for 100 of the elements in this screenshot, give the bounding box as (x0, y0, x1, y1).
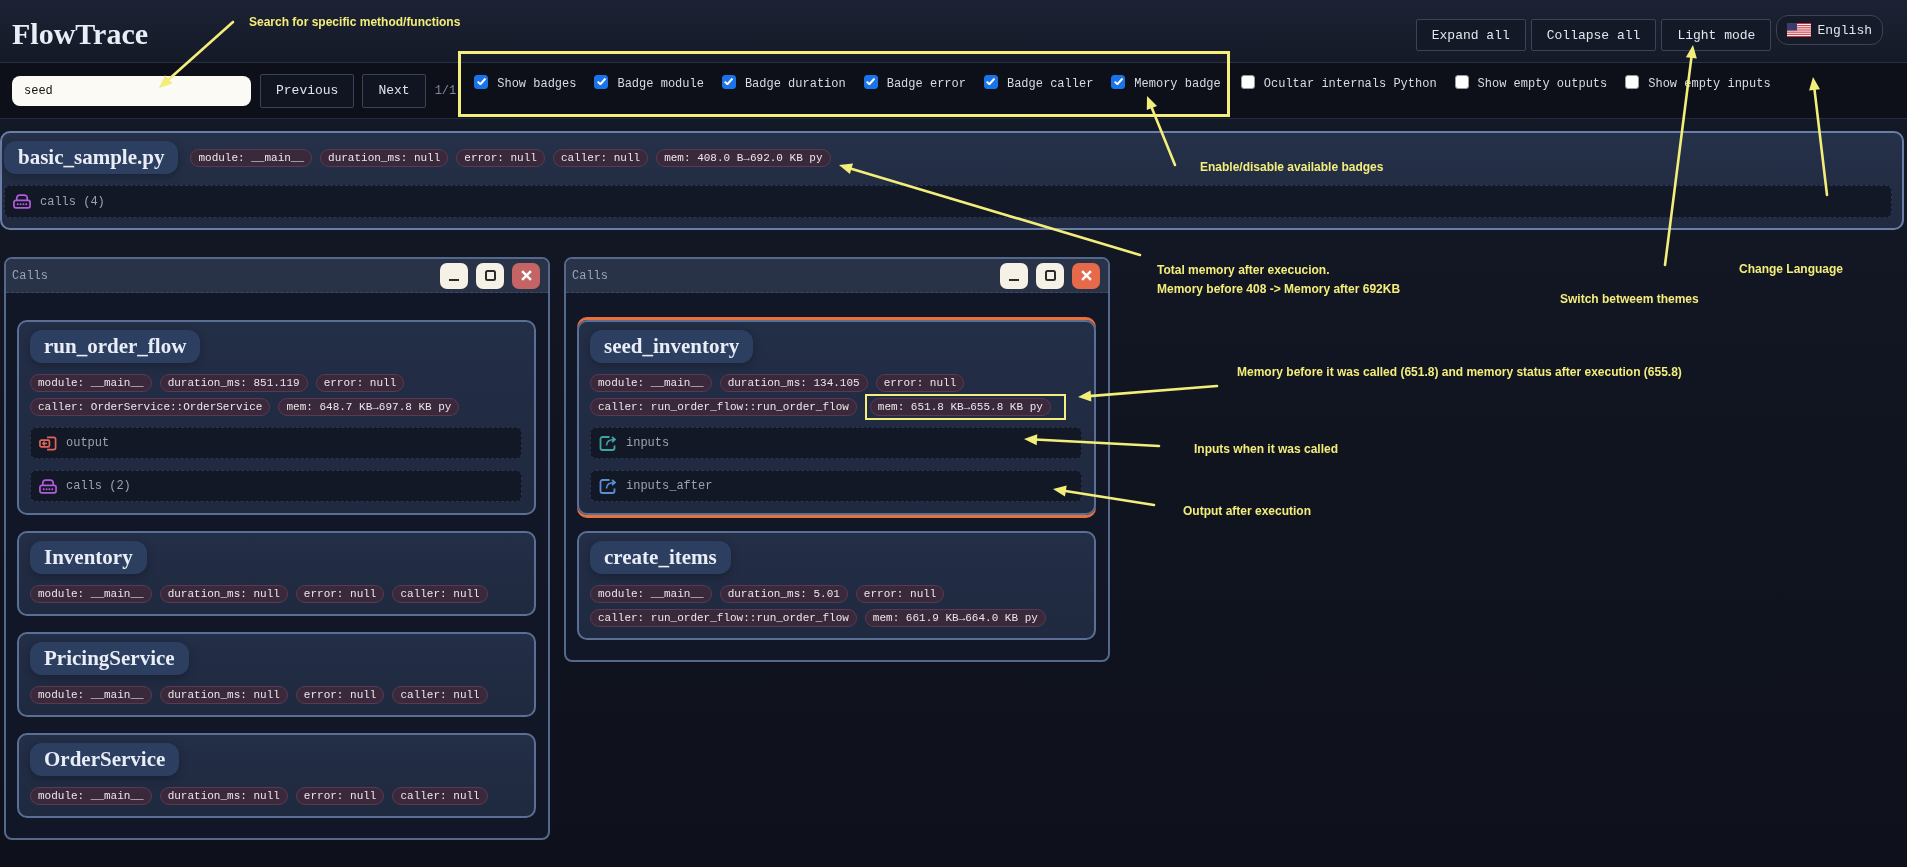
metadata-badge: error: null (295, 787, 385, 805)
minimize-icon (1009, 279, 1019, 281)
box-arrow-icon (599, 478, 617, 494)
close-icon (1080, 270, 1092, 281)
metadata-badge: module: __main__ (190, 148, 313, 167)
checkbox-label: Memory badge (1134, 77, 1221, 91)
checkbox[interactable] (474, 74, 489, 89)
panel-title: Calls (572, 268, 608, 283)
metadata-badge: caller: OrderService::OrderService (30, 398, 271, 416)
metadata-badge: mem: 661.9 KB→664.0 KB py (864, 609, 1046, 627)
metadata-badge: duration_ms: null (159, 585, 288, 603)
node-title: PricingService (30, 642, 189, 675)
metadata-badge: caller: null (392, 585, 488, 603)
file-title: basic_sample.py (4, 141, 179, 174)
metadata-badge: duration_ms: null (159, 787, 288, 805)
checkbox[interactable] (1240, 74, 1255, 89)
metadata-badge: caller: null (392, 686, 488, 704)
header-button[interactable]: Expand all (1415, 19, 1526, 51)
search-field[interactable]: seed (12, 75, 251, 106)
checkbox-label: Badge module (617, 77, 704, 91)
checkbox[interactable] (721, 74, 736, 89)
annotation-text: Switch betweem themes (1560, 291, 1699, 308)
metadata-badge: mem: 648.7 KB→697.8 KB py (278, 398, 460, 416)
checkmark-icon (724, 78, 734, 85)
checkbox-label: Ocultar internals Python (1263, 77, 1437, 91)
app-title: FlowTrace (12, 16, 149, 52)
metadata-badge: mem: 651.8 KB→655.8 KB py (869, 398, 1051, 416)
node-title: create_items (590, 541, 731, 574)
checkmark-icon (1113, 78, 1123, 85)
checkmark-icon (476, 78, 486, 85)
close-icon (520, 270, 532, 281)
annotation-text: Output after execution (1183, 503, 1311, 520)
language-button[interactable]: English (1776, 15, 1883, 45)
expandable-section[interactable]: output (30, 427, 522, 459)
annotation-text: Search for specific method/functions (249, 14, 461, 31)
node-title: OrderService (30, 743, 180, 776)
annotation-text: Enable/disable available badges (1200, 159, 1384, 176)
minimize-button[interactable] (440, 262, 468, 289)
metadata-badge: caller: null (552, 148, 649, 167)
expandable-section[interactable]: calls (2) (30, 470, 522, 502)
checkbox[interactable] (983, 74, 998, 89)
metadata-badge: module: __main__ (30, 686, 152, 704)
header-button[interactable]: Light mode (1661, 19, 1772, 51)
checkbox-label: Show empty outputs (1477, 77, 1608, 91)
maximize-button[interactable] (476, 262, 504, 289)
metadata-badge: duration_ms: 5.01 (719, 585, 848, 603)
metadata-badge: caller: run_order_flow::run_order_flow (590, 609, 857, 627)
checkmark-icon (596, 78, 606, 85)
node-title: run_order_flow (30, 330, 201, 363)
metadata-badge: caller: null (392, 787, 488, 805)
tray-icon (39, 478, 57, 494)
maximize-button[interactable] (1036, 262, 1064, 289)
metadata-badge: module: __main__ (30, 374, 152, 392)
metadata-badge: module: __main__ (30, 585, 152, 603)
expandable-section[interactable]: inputs (590, 427, 1082, 459)
annotation-text: Total memory after execucion. Memory before 408 -> Memory after 692KB (1157, 262, 1401, 298)
metadata-badge: error: null (456, 148, 545, 167)
close-button[interactable] (512, 262, 540, 289)
checkbox-label: Show badges (497, 77, 577, 91)
metadata-badge: module: __main__ (590, 585, 712, 603)
maximize-icon (1044, 270, 1056, 281)
checkbox[interactable] (863, 74, 878, 89)
node-title: seed_inventory (590, 330, 754, 363)
close-button[interactable] (1072, 262, 1100, 289)
metadata-badge: duration_ms: null (159, 686, 288, 704)
metadata-badge: module: __main__ (590, 374, 712, 392)
metadata-badge: error: null (295, 686, 385, 704)
minimize-button[interactable] (1000, 262, 1028, 289)
exit-box-icon (39, 435, 57, 451)
header-button[interactable]: Collapse all (1530, 19, 1657, 51)
node-title: Inventory (30, 541, 147, 574)
box-arrow-icon (599, 435, 617, 451)
checkbox[interactable] (594, 74, 609, 89)
maximize-icon (484, 270, 496, 281)
annotation-text: Inputs when it was called (1194, 441, 1339, 458)
checkbox-label: Badge caller (1006, 77, 1094, 91)
flag-icon (1787, 23, 1812, 37)
panel-title: Calls (12, 268, 48, 283)
annotation-text: Memory before it was called (651.8) and memory status after execution (655.8) (1237, 364, 1682, 381)
metadata-badge: duration_ms: 134.105 (719, 374, 868, 392)
nav-button[interactable]: Previous (260, 73, 355, 108)
checkbox-label: Badge error (886, 77, 966, 91)
checkbox[interactable] (1454, 74, 1469, 89)
metadata-badge: error: null (875, 374, 965, 392)
metadata-badge: duration_ms: 851.119 (159, 374, 308, 392)
expandable-section[interactable]: calls (4) (4, 185, 1892, 218)
checkbox[interactable] (1625, 74, 1640, 89)
checkbox[interactable] (1111, 74, 1126, 89)
annotation-text: Change Language (1739, 261, 1843, 278)
expandable-section[interactable]: inputs_after (590, 470, 1082, 502)
nav-button[interactable]: Next (362, 73, 426, 108)
minimize-icon (449, 279, 459, 281)
checkmark-icon (866, 78, 876, 85)
checkmark-icon (986, 78, 996, 85)
metadata-badge: error: null (295, 585, 385, 603)
checkbox-label: Badge duration (744, 77, 846, 91)
metadata-badge: module: __main__ (30, 787, 152, 805)
match-count: 1/1 (434, 83, 457, 98)
metadata-badge: error: null (315, 374, 405, 392)
metadata-badge: caller: run_order_flow::run_order_flow (590, 398, 857, 416)
